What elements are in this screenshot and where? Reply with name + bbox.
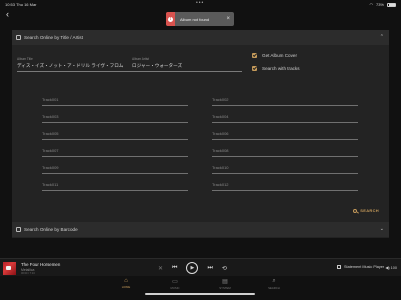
shuffle-icon[interactable]: ✕ [158,265,163,272]
album-artist-field[interactable]: Album Artist ロジャー・ウォーターズ [132,57,242,72]
track-field[interactable]: Track008 [212,148,358,157]
track-field[interactable]: Track009 [42,165,188,174]
tab-label: SEARCH [268,286,280,290]
tab-label: SYSTEM [219,286,231,290]
get-album-cover-checkbox[interactable]: Get Album Cover [252,53,297,58]
search-button-label: SEARCH [360,208,379,213]
system-icon: ▤ [222,279,228,285]
status-bar: 10:53 Thu 16 Mar ••• ◠ 73% [0,0,401,9]
search-icon [353,208,358,213]
status-right: ◠ 73% [369,2,396,7]
volume-icon: ◀) [385,266,390,270]
track-field[interactable]: Track012 [212,182,358,191]
track-field[interactable]: Track006 [212,131,358,140]
album-artist-input[interactable]: ロジャー・ウォーターズ [132,63,242,69]
speaker-icon [337,265,341,269]
playback-controls: ✕ ⏮ ▶ ⏭ ⟲ [158,262,227,274]
battery-icon [387,2,396,7]
search-panel-icon [16,35,21,40]
status-time: 10:53 Thu 16 Mar [5,2,37,7]
battery-percent: 73% [375,2,384,7]
track-time: 00:00 / 7:13 [21,272,35,275]
tab-label: HOME [121,285,131,289]
multitask-dots[interactable]: ••• [196,0,204,6]
checkbox-checked-icon[interactable] [252,66,257,71]
album-artist-label: Album Artist [132,57,150,61]
home-indicator[interactable] [145,293,255,295]
home-icon: ⌂ [124,278,128,284]
track-field[interactable]: Track007 [42,148,188,157]
checkbox-checked-icon[interactable] [252,53,257,58]
tab-search[interactable]: ⌕ SEARCH [259,278,289,290]
track-field[interactable]: Track011 [42,182,188,191]
search-with-tracks-checkbox[interactable]: Search with tracks [252,66,300,71]
get-album-cover-label: Get Album Cover [262,53,297,58]
search-by-barcode-panel[interactable]: Search Online by Barcode ⌄ [12,222,389,237]
error-icon [166,12,175,26]
tab-bar: ⌂ HOME ▭ MUSIC ▤ SYSTEM ⌕ SEARCH [0,276,401,300]
barcode-icon [16,227,21,232]
tab-home[interactable]: ⌂ HOME [111,278,141,289]
play-button[interactable]: ▶ [186,262,199,274]
previous-icon[interactable]: ⏮ [172,265,177,272]
back-button[interactable]: ‹ [6,9,9,19]
chevron-down-icon[interactable]: ⌄ [380,226,384,232]
track-title: The Four Horsemen [21,262,61,267]
output-device[interactable]: Statement Music Player [337,265,384,269]
play-icon: ▶ [190,265,195,271]
chevron-left-icon: ‹ [6,9,9,19]
mini-player: The Four Horsemen Metallica 00:00 / 7:13… [0,258,401,276]
search-by-title-panel: Search Online by Title / Artist ⌃ Album … [12,30,389,238]
barcode-panel-title: Search Online by Barcode [24,227,78,232]
chevron-up-icon[interactable]: ⌃ [380,34,384,40]
search-with-tracks-label: Search with tracks [262,66,300,71]
search-button[interactable]: SEARCH [353,208,379,213]
tab-label: MUSIC [170,286,180,290]
album-title-underline [17,71,133,72]
album-artist-underline [132,71,242,72]
search-icon: ⌕ [272,278,276,284]
music-icon: ▭ [172,279,178,285]
track-field[interactable]: Track003 [42,114,188,123]
album-title-label: Album Title [17,57,33,61]
track-field[interactable]: Track010 [212,165,358,174]
search-by-title-header[interactable]: Search Online by Title / Artist ⌃ [12,30,389,45]
output-device-label: Statement Music Player [344,265,385,269]
wifi-icon: ◠ [369,2,373,7]
tab-music[interactable]: ▭ MUSIC [160,278,190,290]
track-field[interactable]: Track002 [212,97,358,106]
album-title-field[interactable]: Album Title ディス・イズ・ノット・ア・ドリル ライヴ・フロム [17,57,133,72]
toast-message: Album not found [180,16,210,22]
album-art[interactable] [3,262,16,275]
album-title-input[interactable]: ディス・イズ・ノット・ア・ドリル ライヴ・フロム [17,63,133,69]
panel-title: Search Online by Title / Artist [24,35,83,40]
track-field[interactable]: Track004 [212,114,358,123]
volume[interactable]: ◀) 100 [385,265,397,270]
next-icon[interactable]: ⏭ [207,265,212,272]
tab-system[interactable]: ▤ SYSTEM [210,278,240,290]
repeat-icon[interactable]: ⟲ [222,265,227,272]
volume-value: 100 [390,266,397,270]
track-field[interactable]: Track005 [42,131,188,140]
track-field[interactable]: Track001 [42,97,188,106]
error-toast: Album not found × [166,12,234,26]
close-icon[interactable]: × [226,16,230,22]
